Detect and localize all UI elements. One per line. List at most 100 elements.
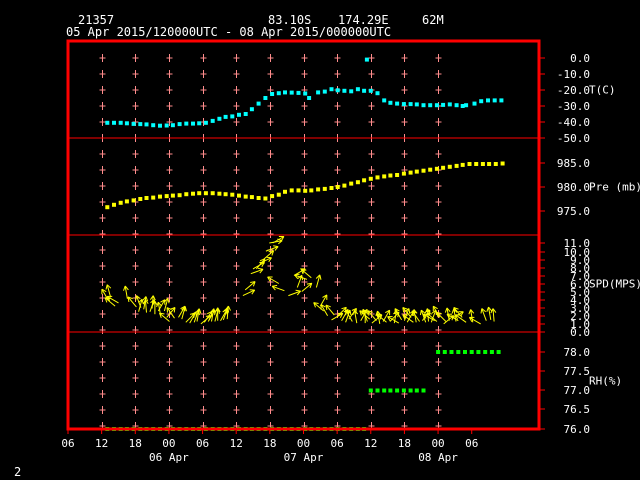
wind-arrow (436, 311, 447, 322)
pressure-point (382, 174, 387, 179)
temperature-point (441, 102, 446, 107)
panel-name: T(C) (589, 84, 616, 97)
pressure-point (493, 162, 498, 166)
wind-arrow (325, 304, 335, 316)
pressure-point (454, 163, 459, 168)
pressure-point (243, 194, 248, 199)
panel-name: RH(%) (589, 375, 622, 388)
pressure-point (263, 196, 268, 201)
pressure-point (105, 205, 110, 210)
humidity-point (469, 350, 474, 354)
x-tick-label: 12 (95, 437, 108, 450)
pressure-point (316, 187, 321, 192)
temperature-point (388, 100, 393, 105)
humidity-point (414, 388, 419, 393)
date-label: 06 Apr (149, 451, 189, 464)
temperature-point (112, 120, 116, 125)
pressure-point (203, 191, 208, 196)
pressure-point (124, 199, 129, 204)
temperature-point (124, 121, 129, 126)
pressure-point (158, 194, 162, 199)
humidity-point (436, 350, 441, 354)
x-tick-label: 18 (129, 437, 142, 450)
pressure-point (487, 162, 492, 166)
temperature-point (191, 121, 195, 126)
wind-arrow (105, 284, 112, 298)
pressure-point (467, 162, 472, 166)
x-tick-label: 12 (364, 437, 377, 450)
frame-layer (66, 39, 541, 431)
pressure-point (270, 194, 275, 199)
temperature-point (414, 102, 419, 107)
y-tick-label: 76.0 (564, 423, 591, 436)
pressure-point (170, 193, 175, 198)
wind-arrow (138, 298, 144, 312)
x-tick-label: 12 (230, 437, 243, 450)
pressure-point (395, 173, 400, 177)
temperature-point (210, 118, 215, 123)
x-tick-label: 06 (61, 437, 74, 450)
pressure-point (401, 171, 406, 176)
temperature-point (421, 103, 426, 108)
pressure-point (500, 161, 505, 166)
temperature-point (197, 121, 202, 126)
wind-arrow (250, 267, 264, 275)
wind-arrow (315, 274, 322, 288)
temperature-point (170, 123, 175, 128)
temperature-point (289, 90, 294, 95)
pressure-point (414, 169, 419, 174)
pressure-point (303, 188, 308, 193)
temperature-point (151, 123, 156, 128)
pressure-point (217, 191, 222, 196)
humidity-point (476, 350, 481, 354)
wind-arrow (352, 309, 359, 324)
temperature-point (237, 112, 241, 117)
humidity-point (456, 350, 461, 354)
humidity-point (463, 350, 467, 354)
humidity-point (382, 388, 387, 393)
wind-arrow (480, 308, 487, 321)
pressure-point (144, 196, 149, 200)
temperature-point (362, 88, 367, 93)
wind-arrow (242, 289, 256, 297)
pressure-point (151, 195, 156, 200)
temperature-point (434, 103, 439, 108)
y-tick-label: 985.0 (557, 157, 590, 170)
temperature-point (428, 103, 433, 108)
pressure-point (296, 188, 301, 193)
temperature-point (270, 92, 275, 96)
pressure-point (256, 196, 261, 200)
humidity-point (375, 388, 380, 393)
y-tick-label: 77.0 (564, 384, 591, 397)
y-tick-label: 0.0 (570, 326, 590, 339)
pressure-point (276, 192, 281, 197)
pressure-point (164, 194, 169, 199)
y-tick-label: -10.0 (557, 68, 590, 81)
x-tick-label: 00 (431, 437, 444, 450)
x-tick-label: 06 (196, 437, 209, 450)
pressure-point (349, 181, 354, 186)
pressure-point (441, 165, 446, 170)
temperature-point (283, 90, 287, 95)
temperature-point (329, 87, 334, 92)
pressure-point (355, 180, 360, 185)
temperature-point (486, 98, 490, 103)
temperature-point (382, 98, 387, 103)
temperature-point (355, 87, 360, 92)
temperature-point (368, 88, 373, 93)
humidity-point (368, 388, 373, 393)
temperature-point (131, 121, 136, 126)
temperature-point (492, 98, 497, 103)
y-tick-label: -40.0 (557, 116, 590, 129)
temperature-point (307, 96, 312, 100)
pressure-point (138, 197, 143, 201)
temperature-point (303, 91, 308, 96)
pressure-point (322, 186, 327, 191)
temperature-point (276, 91, 281, 96)
x-tick-label: 00 (162, 437, 175, 450)
temperature-point (499, 98, 504, 103)
wind-arrow (244, 281, 256, 291)
pressure-point (283, 189, 287, 194)
temperature-point (342, 88, 347, 93)
data-layer (101, 57, 505, 431)
